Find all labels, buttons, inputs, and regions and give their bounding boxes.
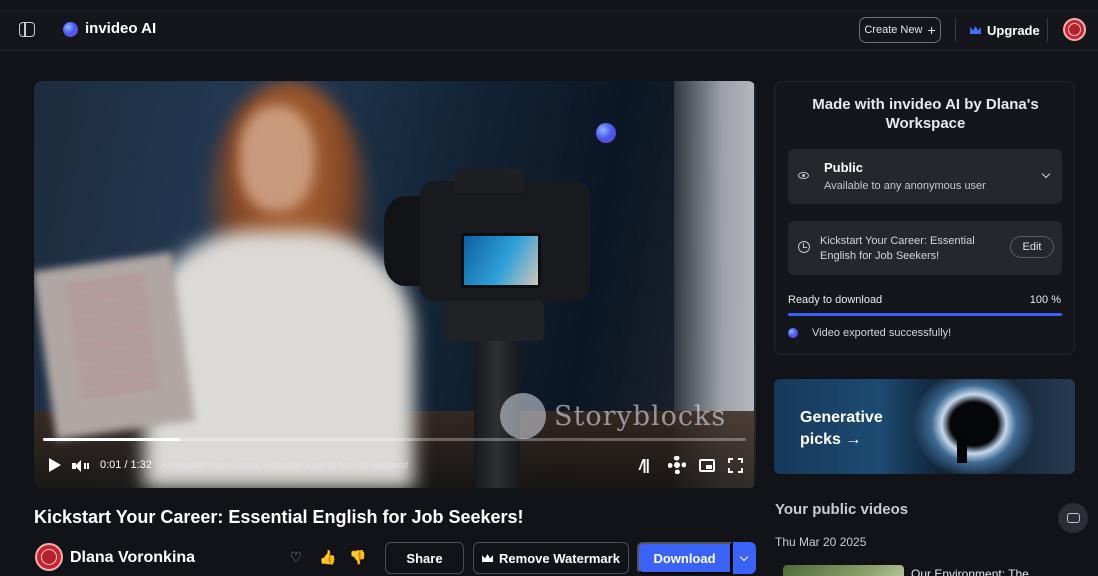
edit-button[interactable]: Edit: [1010, 236, 1054, 258]
love-reaction-icon[interactable]: ♡: [288, 549, 304, 565]
generative-picks-card[interactable]: Generative picks →: [774, 379, 1075, 474]
date-label: Thu Mar 20 2025: [775, 535, 867, 549]
gear-icon[interactable]: [668, 456, 686, 474]
video-title: Kickstart Your Career: Essential English…: [34, 507, 524, 527]
portal-figure-image: [957, 431, 967, 463]
crown-icon: [970, 26, 981, 34]
playback-speed-icon[interactable]: /||: [639, 457, 650, 475]
video-progress-bar[interactable]: [43, 438, 746, 441]
share-button[interactable]: Share: [385, 542, 464, 574]
portal-image: [914, 379, 1034, 474]
video-player[interactable]: Storyblocks 0:01/1:32 • Kickstart Your C…: [34, 81, 756, 488]
watermark-text: Storyblocks: [554, 401, 727, 432]
video-frame-camera-top: [454, 169, 524, 193]
chapter-title: • Kickstart Your Career: Essential Engli…: [163, 460, 409, 471]
export-progress-fill: [788, 313, 1062, 316]
divider: [955, 18, 956, 42]
video-item-title[interactable]: Our Environment: The: [911, 567, 1029, 576]
plus-icon: +: [927, 22, 936, 38]
download-button[interactable]: Download: [637, 542, 732, 574]
duration: 1:32: [130, 459, 152, 471]
visibility-subtitle: Available to any anonymous user: [824, 180, 986, 192]
invideo-logo-icon: [788, 328, 798, 338]
crown-icon: [482, 554, 494, 562]
user-avatar[interactable]: [1063, 18, 1086, 41]
miniplayer-icon[interactable]: [699, 459, 715, 472]
share-panel: Made with invideo AI by Dlana's Workspac…: [774, 81, 1075, 355]
owner-name[interactable]: Dlana Voronkina: [70, 549, 195, 567]
player-controls: 0:01/1:32 • Kickstart Your Career: Essen…: [34, 453, 756, 479]
export-message: Video exported successfully!: [812, 327, 952, 339]
divider: [1047, 18, 1048, 42]
fullscreen-icon[interactable]: [728, 458, 743, 473]
video-frame-camera-screen: [461, 233, 541, 288]
chat-icon[interactable]: [1058, 503, 1088, 533]
thumbs-down-icon[interactable]: 👎: [349, 549, 366, 565]
time-separator: /: [124, 459, 128, 471]
invideo-logo-icon[interactable]: [63, 22, 78, 37]
made-with-heading: Made with invideo AI by Dlana's Workspac…: [812, 96, 1039, 132]
export-progress-bar: [788, 313, 1062, 316]
public-videos-heading: Your public videos: [775, 501, 909, 518]
video-name: Kickstart Your Career: Essential English…: [820, 235, 975, 262]
eye-icon: [798, 172, 809, 179]
current-time: 0:01: [100, 459, 122, 471]
generative-picks-label: Generative picks →: [800, 409, 883, 448]
download-label: Download: [653, 550, 716, 566]
storyblocks-logo-icon: [500, 393, 546, 439]
sidebar-toggle-icon[interactable]: [19, 22, 35, 37]
video-progress-fill: [43, 438, 181, 441]
edit-label: Edit: [1022, 241, 1042, 253]
video-frame-book: [34, 252, 196, 440]
visibility-title: Public: [824, 160, 864, 175]
upgrade-label: Upgrade: [987, 22, 1040, 38]
owner-avatar[interactable]: [35, 543, 63, 571]
play-icon[interactable]: [49, 458, 61, 472]
ready-label: Ready to download: [788, 294, 883, 306]
video-frame-person-face: [239, 106, 314, 211]
clock-icon: [798, 241, 810, 253]
download-options-chevron-icon[interactable]: [733, 542, 756, 574]
share-label: Share: [406, 550, 443, 566]
remove-watermark-label: Remove Watermark: [499, 550, 620, 566]
ready-percent: 100 %: [1029, 294, 1061, 306]
time-display: 0:01/1:32: [100, 459, 152, 471]
remove-watermark-button[interactable]: Remove Watermark: [473, 542, 629, 574]
video-thumbnail[interactable]: [783, 565, 904, 576]
top-bar: invideo AI Create New + Upgrade: [0, 9, 1098, 51]
visibility-select[interactable]: Public Available to any anonymous user: [788, 149, 1062, 204]
video-frame-tripod-head: [444, 301, 544, 341]
volume-icon[interactable]: [72, 460, 90, 472]
upgrade-button[interactable]: Upgrade: [970, 17, 1040, 43]
thumbs-up-icon[interactable]: 👍: [319, 549, 336, 565]
create-new-button[interactable]: Create New +: [859, 17, 941, 43]
video-name-box: Kickstart Your Career: Essential English…: [788, 221, 1062, 275]
chevron-down-icon: [1041, 169, 1051, 179]
brand-name[interactable]: invideo AI: [85, 20, 156, 37]
create-new-label: Create New: [864, 24, 923, 36]
invideo-orb-icon: [596, 123, 616, 143]
